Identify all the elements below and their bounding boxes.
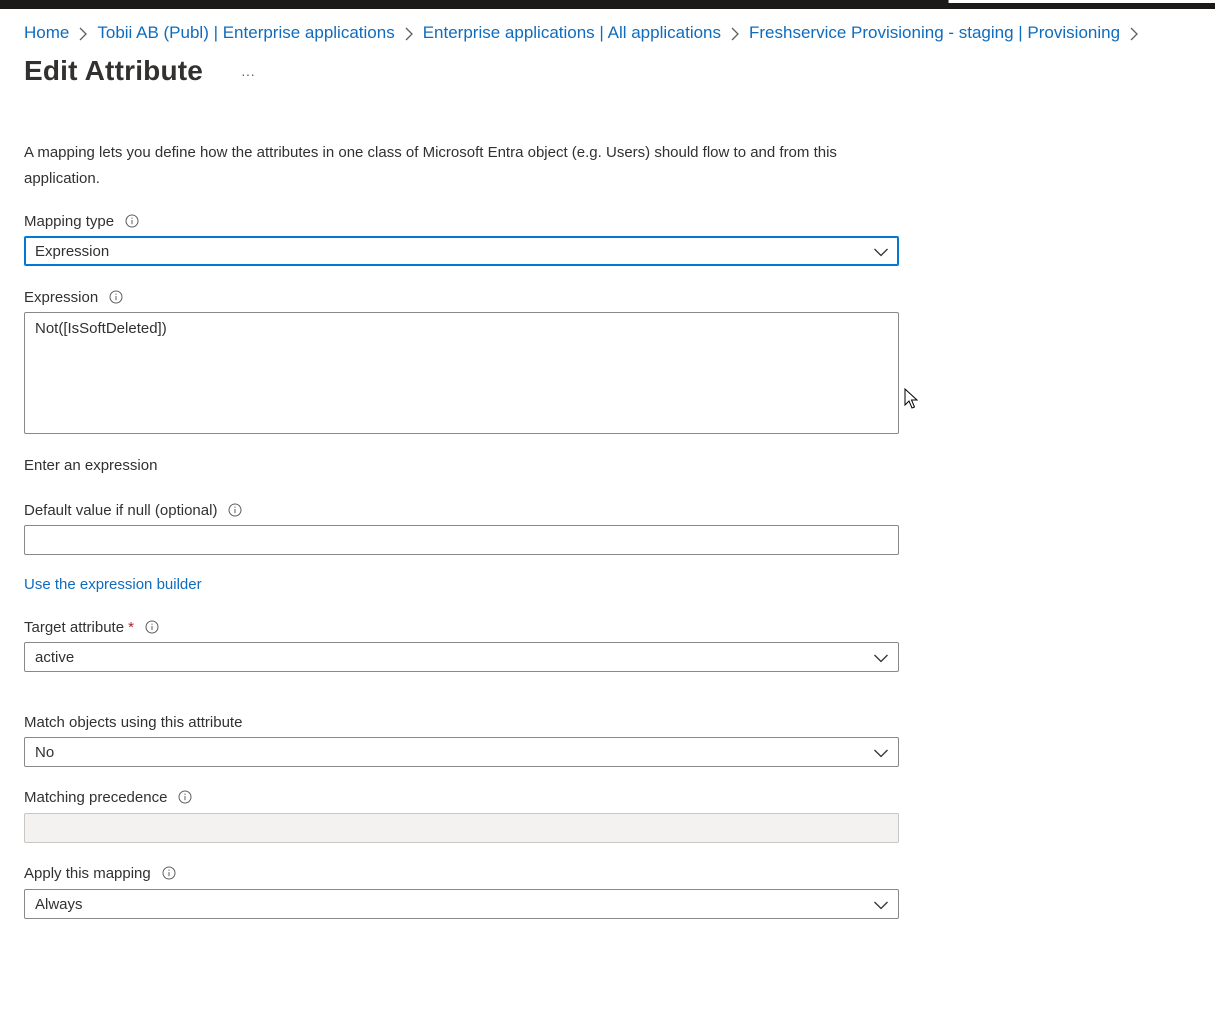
info-icon[interactable] [108, 289, 124, 305]
more-options-button[interactable]: ··· [234, 62, 262, 86]
info-icon[interactable] [177, 789, 193, 805]
chevron-down-icon [874, 248, 888, 257]
default-value-label-text: Default value if null (optional) [24, 501, 218, 519]
chevron-down-icon [874, 901, 888, 910]
default-value-label: Default value if null (optional) [24, 499, 243, 521]
expression-label: Expression [24, 286, 124, 308]
info-icon[interactable] [227, 502, 243, 518]
breadcrumb-tenant-enterprise-apps[interactable]: Tobii AB (Publ) | Enterprise application… [97, 23, 394, 43]
expression-helper-text: Enter an expression [24, 457, 158, 474]
chevron-down-icon [874, 654, 888, 663]
top-bar [0, 0, 1215, 9]
target-attribute-label: Target attribute * [24, 616, 160, 638]
expression-label-text: Expression [24, 288, 99, 306]
default-value-input[interactable] [24, 525, 899, 555]
breadcrumb-home[interactable]: Home [24, 23, 69, 43]
match-objects-label-text: Match objects using this attribute [24, 713, 243, 731]
search-box-edge[interactable] [948, 0, 1215, 3]
apply-mapping-value: Always [35, 895, 83, 913]
matching-precedence-label-text: Matching precedence [24, 788, 168, 806]
apply-mapping-dropdown[interactable]: Always [24, 889, 899, 919]
info-icon[interactable] [124, 213, 140, 229]
page-description: A mapping lets you define how the attrib… [24, 144, 837, 187]
chevron-right-icon [721, 23, 749, 43]
expression-builder-link[interactable]: Use the expression builder [24, 576, 202, 593]
required-asterisk: * [128, 618, 134, 636]
chevron-down-icon [874, 749, 888, 758]
breadcrumb-all-applications[interactable]: Enterprise applications | All applicatio… [423, 23, 721, 43]
apply-mapping-label-text: Apply this mapping [24, 864, 151, 882]
expression-textarea[interactable]: Not([IsSoftDeleted]) [24, 312, 899, 434]
mapping-type-label-text: Mapping type [24, 212, 115, 230]
match-objects-dropdown[interactable]: No [24, 737, 899, 767]
info-icon[interactable] [144, 619, 160, 635]
matching-precedence-label: Matching precedence [24, 786, 193, 808]
matching-precedence-input [24, 813, 899, 843]
page-title: Edit Attribute [24, 55, 204, 86]
breadcrumb-provisioning[interactable]: Freshservice Provisioning - staging | Pr… [749, 23, 1120, 43]
chevron-right-icon [395, 23, 423, 43]
apply-mapping-label: Apply this mapping [24, 862, 177, 884]
mapping-type-label: Mapping type [24, 210, 140, 232]
chevron-right-icon [69, 23, 97, 43]
mapping-type-value: Expression [35, 242, 110, 260]
match-objects-label: Match objects using this attribute [24, 711, 242, 733]
target-attribute-label-text: Target attribute [24, 618, 125, 636]
breadcrumb: Home Tobii AB (Publ) | Enterprise applic… [24, 21, 1148, 45]
target-attribute-dropdown[interactable]: active [24, 642, 899, 672]
match-objects-value: No [35, 743, 55, 761]
mouse-pointer-icon [904, 388, 918, 409]
target-attribute-value: active [35, 648, 75, 666]
mapping-type-dropdown[interactable]: Expression [24, 236, 899, 266]
info-icon[interactable] [161, 865, 177, 881]
chevron-right-icon [1120, 23, 1148, 43]
